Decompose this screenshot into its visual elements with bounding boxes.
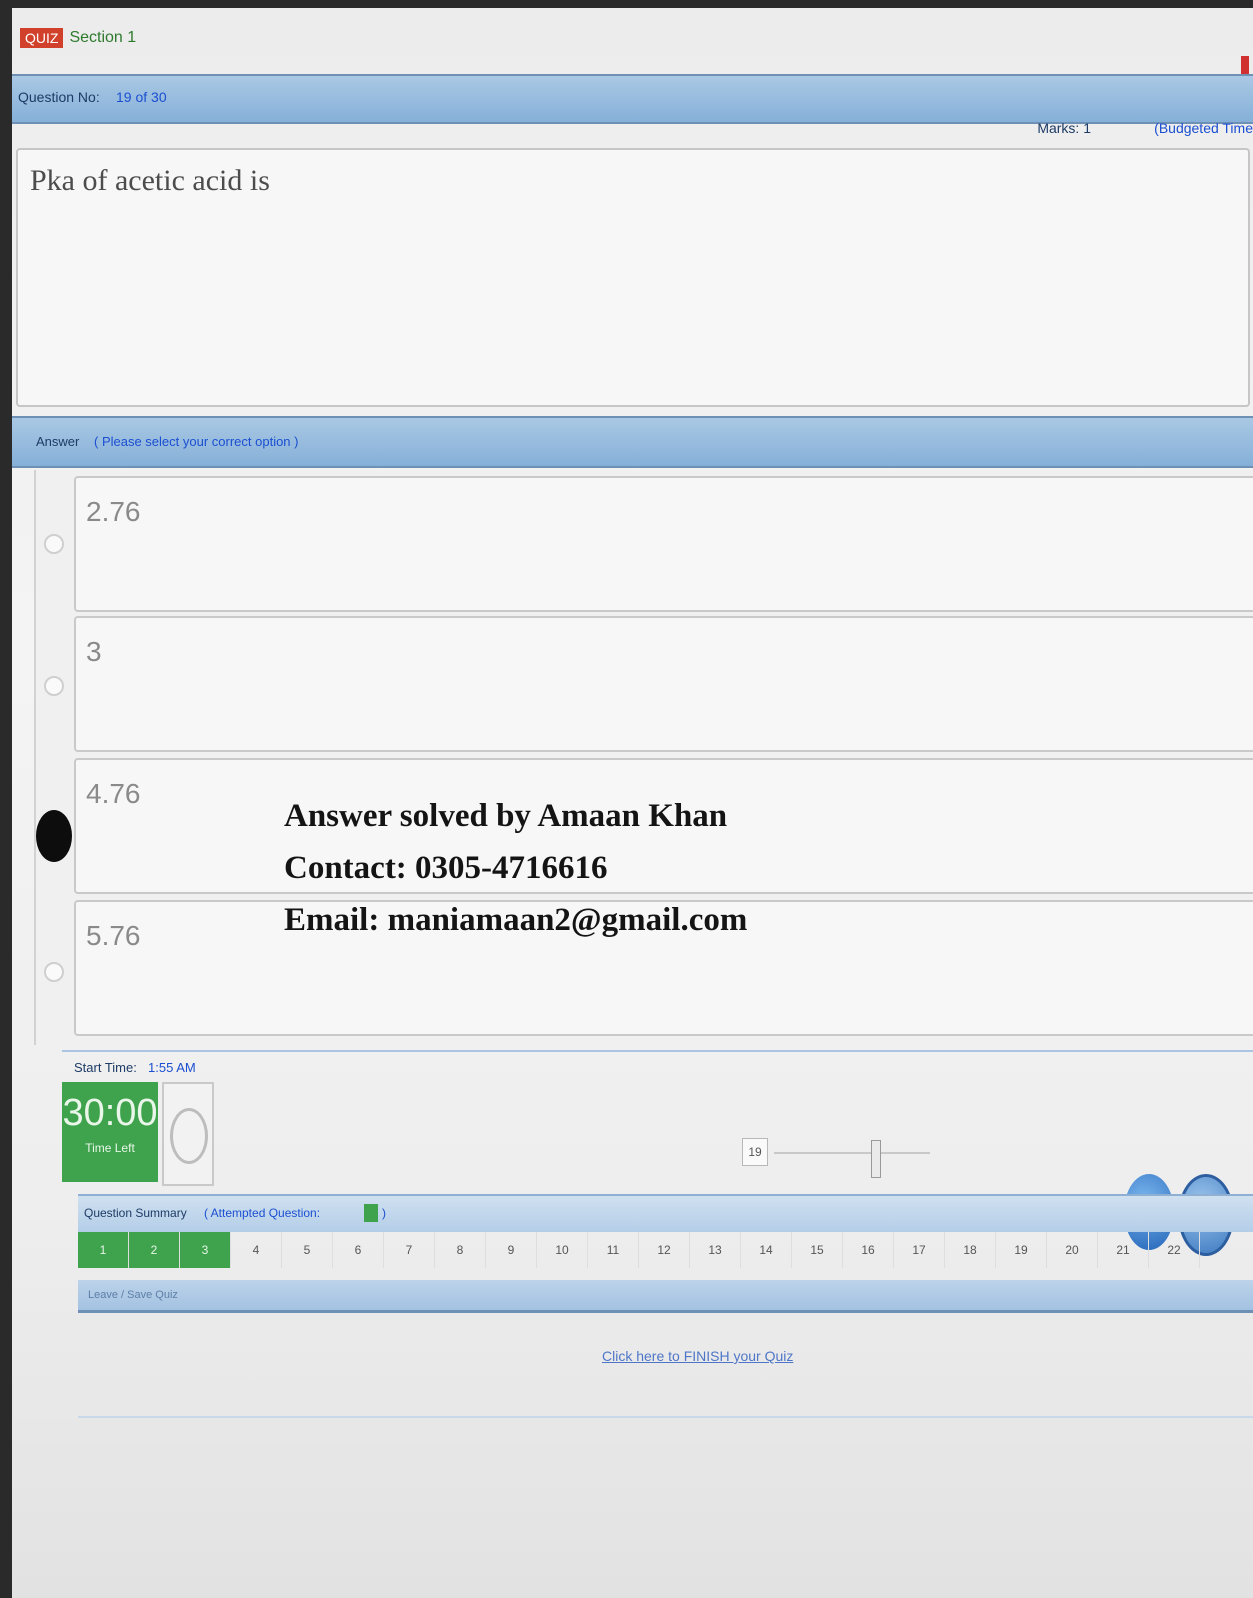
question-slider-thumb[interactable] [871,1140,881,1178]
question-number-list: 1 2 3 4 5 6 7 8 9 10 11 12 13 14 15 16 17 18 19 20 21 22 [78,1232,1253,1276]
bottom-bar: Leave / Save Quiz [78,1280,1253,1313]
question-number-chip[interactable]: 11 [588,1232,639,1268]
option-radio[interactable] [44,676,64,696]
watermark-overlay: Answer solved by Amaan Khan Contact: 030… [284,790,747,946]
title-bar: QUIZ Section 1 [12,18,1253,58]
option-text: 4.76 [86,778,141,809]
question-number-chip[interactable]: 21 [1098,1232,1149,1268]
marks-label: Marks: 1 [1037,120,1091,136]
question-number-chip[interactable]: 16 [843,1232,894,1268]
budgeted-time-label: (Budgeted Time [1154,120,1253,136]
watermark-line: Answer solved by Amaan Khan [284,798,728,834]
start-time-value: 1:55 AM [148,1060,196,1075]
time-left-label: Time Left [85,1141,135,1155]
option-radio[interactable] [44,534,64,554]
answer-hint: ( Please select your correct option ) [94,434,299,449]
timer-area: Start Time: 1:55 AM 30:00 Time Left 19 [62,1050,1253,1192]
question-jump-input[interactable]: 19 [742,1138,768,1166]
question-number-chip[interactable]: 1 [78,1232,129,1268]
question-summary-bar: Question Summary ( Attempted Question: ) [78,1194,1253,1232]
answer-bar: Answer ( Please select your correct opti… [12,416,1253,468]
attempted-legend-label: ( Attempted Question: [204,1206,321,1220]
answer-label: Answer [36,434,80,449]
option-text: 3 [86,636,102,667]
option-radio-selected[interactable] [36,810,72,862]
section-title: Section 1 [69,29,137,46]
question-number-chip[interactable]: 12 [639,1232,690,1268]
watermark-line: Email: maniamaan2@gmail.com [284,902,748,938]
option-box[interactable]: 2.76 [74,476,1253,612]
divider [78,1416,1253,1418]
question-number-chip[interactable]: 14 [741,1232,792,1268]
finish-quiz-link[interactable]: Click here to FINISH your Quiz [602,1348,793,1364]
question-number-chip[interactable]: 13 [690,1232,741,1268]
clock-icon [162,1082,214,1186]
attempted-legend-suffix: ) [382,1206,386,1220]
question-number-chip[interactable]: 2 [129,1232,180,1268]
leave-save-link[interactable]: Leave / Save Quiz [88,1289,178,1301]
question-no-label: Question No: [18,89,100,105]
question-number-chip[interactable]: 6 [333,1232,384,1268]
question-number-chip[interactable]: 22 [1149,1232,1200,1268]
time-left-value: 30:00 [62,1092,158,1134]
question-no-value: 19 of 30 [116,89,167,105]
question-number-chip[interactable]: 9 [486,1232,537,1268]
question-slider-track[interactable] [774,1152,930,1154]
option-text: 5.76 [86,920,141,951]
option-box[interactable]: 3 [74,616,1253,752]
question-number-chip[interactable]: 15 [792,1232,843,1268]
watermark-line: Contact: 0305-4716616 [284,850,608,886]
question-text: Pka of acetic acid is [30,164,270,197]
question-number-chip[interactable]: 8 [435,1232,486,1268]
title-tag: QUIZ [20,28,64,48]
question-number-chip[interactable]: 3 [180,1232,231,1268]
question-summary-label: Question Summary [84,1206,187,1220]
question-number-chip[interactable]: 17 [894,1232,945,1268]
question-number-chip[interactable]: 20 [1047,1232,1098,1268]
time-left-box: 30:00 Time Left [62,1082,158,1182]
options-panel: 2.76 3 4.76 5.76 [34,470,1253,1045]
question-number-chip[interactable]: 5 [282,1232,333,1268]
question-number-chip[interactable]: 10 [537,1232,588,1268]
question-number-chip[interactable]: 19 [996,1232,1047,1268]
question-number-chip[interactable]: 7 [384,1232,435,1268]
question-number-chip[interactable]: 4 [231,1232,282,1268]
attempted-legend-swatch [364,1204,378,1222]
option-radio[interactable] [44,962,64,982]
marks-row: Marks: 1 (Budgeted Time [12,114,1253,148]
question-number-chip[interactable]: 18 [945,1232,996,1268]
question-panel: Pka of acetic acid is [16,148,1250,407]
option-text: 2.76 [86,496,141,527]
quiz-window: QUIZ Section 1 Question No: 19 of 30 Mar… [12,8,1253,1598]
start-time-label: Start Time: [74,1060,137,1075]
